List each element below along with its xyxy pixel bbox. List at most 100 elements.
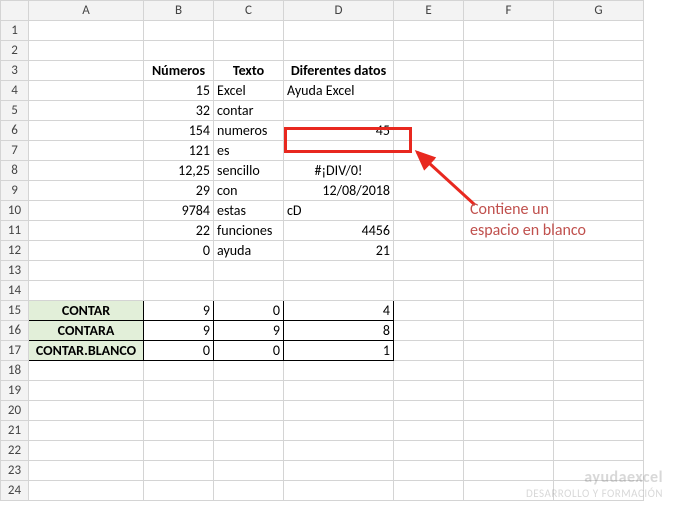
- cell-C6[interactable]: numeros: [214, 121, 284, 141]
- row-header[interactable]: 10: [1, 201, 29, 221]
- row-header[interactable]: 5: [1, 101, 29, 121]
- cell-B16[interactable]: 9: [144, 321, 214, 341]
- cell[interactable]: [554, 361, 644, 381]
- cell-B10[interactable]: 9784: [144, 201, 214, 221]
- cell[interactable]: [554, 341, 644, 361]
- row-header[interactable]: 7: [1, 141, 29, 161]
- cell[interactable]: [144, 261, 214, 281]
- cell[interactable]: [29, 21, 144, 41]
- cell[interactable]: [394, 101, 464, 121]
- cell-D16[interactable]: 8: [284, 321, 394, 341]
- cell[interactable]: [554, 261, 644, 281]
- row-header[interactable]: 9: [1, 181, 29, 201]
- cell[interactable]: [29, 281, 144, 301]
- cell-D17[interactable]: 1: [284, 341, 394, 361]
- cell[interactable]: [284, 261, 394, 281]
- cell[interactable]: [144, 361, 214, 381]
- cell[interactable]: [554, 141, 644, 161]
- label-contara[interactable]: CONTARA: [29, 321, 144, 341]
- cell[interactable]: [144, 401, 214, 421]
- cell[interactable]: [29, 241, 144, 261]
- cell[interactable]: [29, 201, 144, 221]
- cell[interactable]: [144, 421, 214, 441]
- cell-C17[interactable]: 0: [214, 341, 284, 361]
- cell-C9[interactable]: con: [214, 181, 284, 201]
- cell[interactable]: [464, 341, 554, 361]
- cell[interactable]: [394, 41, 464, 61]
- cell[interactable]: [29, 81, 144, 101]
- row-header[interactable]: 18: [1, 361, 29, 381]
- cell[interactable]: [464, 301, 554, 321]
- cell[interactable]: [214, 461, 284, 481]
- cell[interactable]: [554, 301, 644, 321]
- row-header[interactable]: 1: [1, 21, 29, 41]
- cell[interactable]: [554, 161, 644, 181]
- cell[interactable]: [29, 141, 144, 161]
- row-header[interactable]: 2: [1, 41, 29, 61]
- cell[interactable]: [214, 381, 284, 401]
- cell[interactable]: [29, 461, 144, 481]
- cell[interactable]: [554, 401, 644, 421]
- cell-C8[interactable]: sencillo: [214, 161, 284, 181]
- spreadsheet-grid[interactable]: A B C D E F G 1 2 3 Números Texto Difere…: [0, 0, 675, 501]
- row-header[interactable]: 8: [1, 161, 29, 181]
- cell-B15[interactable]: 9: [144, 301, 214, 321]
- cell[interactable]: [284, 441, 394, 461]
- cell-D8[interactable]: #¡DIV/0!: [284, 161, 394, 181]
- cell[interactable]: [464, 61, 554, 81]
- cell[interactable]: [144, 381, 214, 401]
- row-header[interactable]: 22: [1, 441, 29, 461]
- cell[interactable]: [394, 481, 464, 501]
- cell[interactable]: [29, 41, 144, 61]
- cell[interactable]: [464, 401, 554, 421]
- cell[interactable]: [554, 41, 644, 61]
- cell-C10[interactable]: estas: [214, 201, 284, 221]
- cell-D15[interactable]: 4: [284, 301, 394, 321]
- cell[interactable]: [29, 441, 144, 461]
- cell[interactable]: [554, 441, 644, 461]
- cell[interactable]: [29, 381, 144, 401]
- cell-C7[interactable]: es: [214, 141, 284, 161]
- col-header-G[interactable]: G: [554, 1, 644, 21]
- cell-B5[interactable]: 32: [144, 101, 214, 121]
- cell[interactable]: [29, 421, 144, 441]
- cell-B8[interactable]: 12,25: [144, 161, 214, 181]
- cell[interactable]: [394, 341, 464, 361]
- cell[interactable]: [464, 381, 554, 401]
- cell[interactable]: [284, 481, 394, 501]
- cell[interactable]: [394, 81, 464, 101]
- cell[interactable]: [464, 441, 554, 461]
- cell[interactable]: [394, 161, 464, 181]
- cell-B12[interactable]: 0: [144, 241, 214, 261]
- row-header[interactable]: 3: [1, 61, 29, 81]
- cell-D12[interactable]: 21: [284, 241, 394, 261]
- cell[interactable]: [554, 241, 644, 261]
- cell[interactable]: [214, 41, 284, 61]
- cell[interactable]: [284, 41, 394, 61]
- cell-B6[interactable]: 154: [144, 121, 214, 141]
- cell[interactable]: [394, 361, 464, 381]
- cell[interactable]: [394, 441, 464, 461]
- cell-D11[interactable]: 4456: [284, 221, 394, 241]
- cell-B4[interactable]: 15: [144, 81, 214, 101]
- cell[interactable]: [464, 101, 554, 121]
- header-numeros[interactable]: Números: [144, 61, 214, 81]
- cell[interactable]: [394, 281, 464, 301]
- row-header[interactable]: 4: [1, 81, 29, 101]
- cell[interactable]: [144, 281, 214, 301]
- cell[interactable]: [554, 121, 644, 141]
- row-header[interactable]: 24: [1, 481, 29, 501]
- cell[interactable]: [554, 101, 644, 121]
- cell-C12[interactable]: ayuda: [214, 241, 284, 261]
- cell[interactable]: [284, 461, 394, 481]
- cell[interactable]: [394, 141, 464, 161]
- cell-C4[interactable]: Excel: [214, 81, 284, 101]
- cell[interactable]: [554, 321, 644, 341]
- row-header[interactable]: 23: [1, 461, 29, 481]
- cell[interactable]: [464, 421, 554, 441]
- row-header[interactable]: 12: [1, 241, 29, 261]
- row-header[interactable]: 19: [1, 381, 29, 401]
- cell-B9[interactable]: 29: [144, 181, 214, 201]
- cell[interactable]: [29, 221, 144, 241]
- row-header[interactable]: 17: [1, 341, 29, 361]
